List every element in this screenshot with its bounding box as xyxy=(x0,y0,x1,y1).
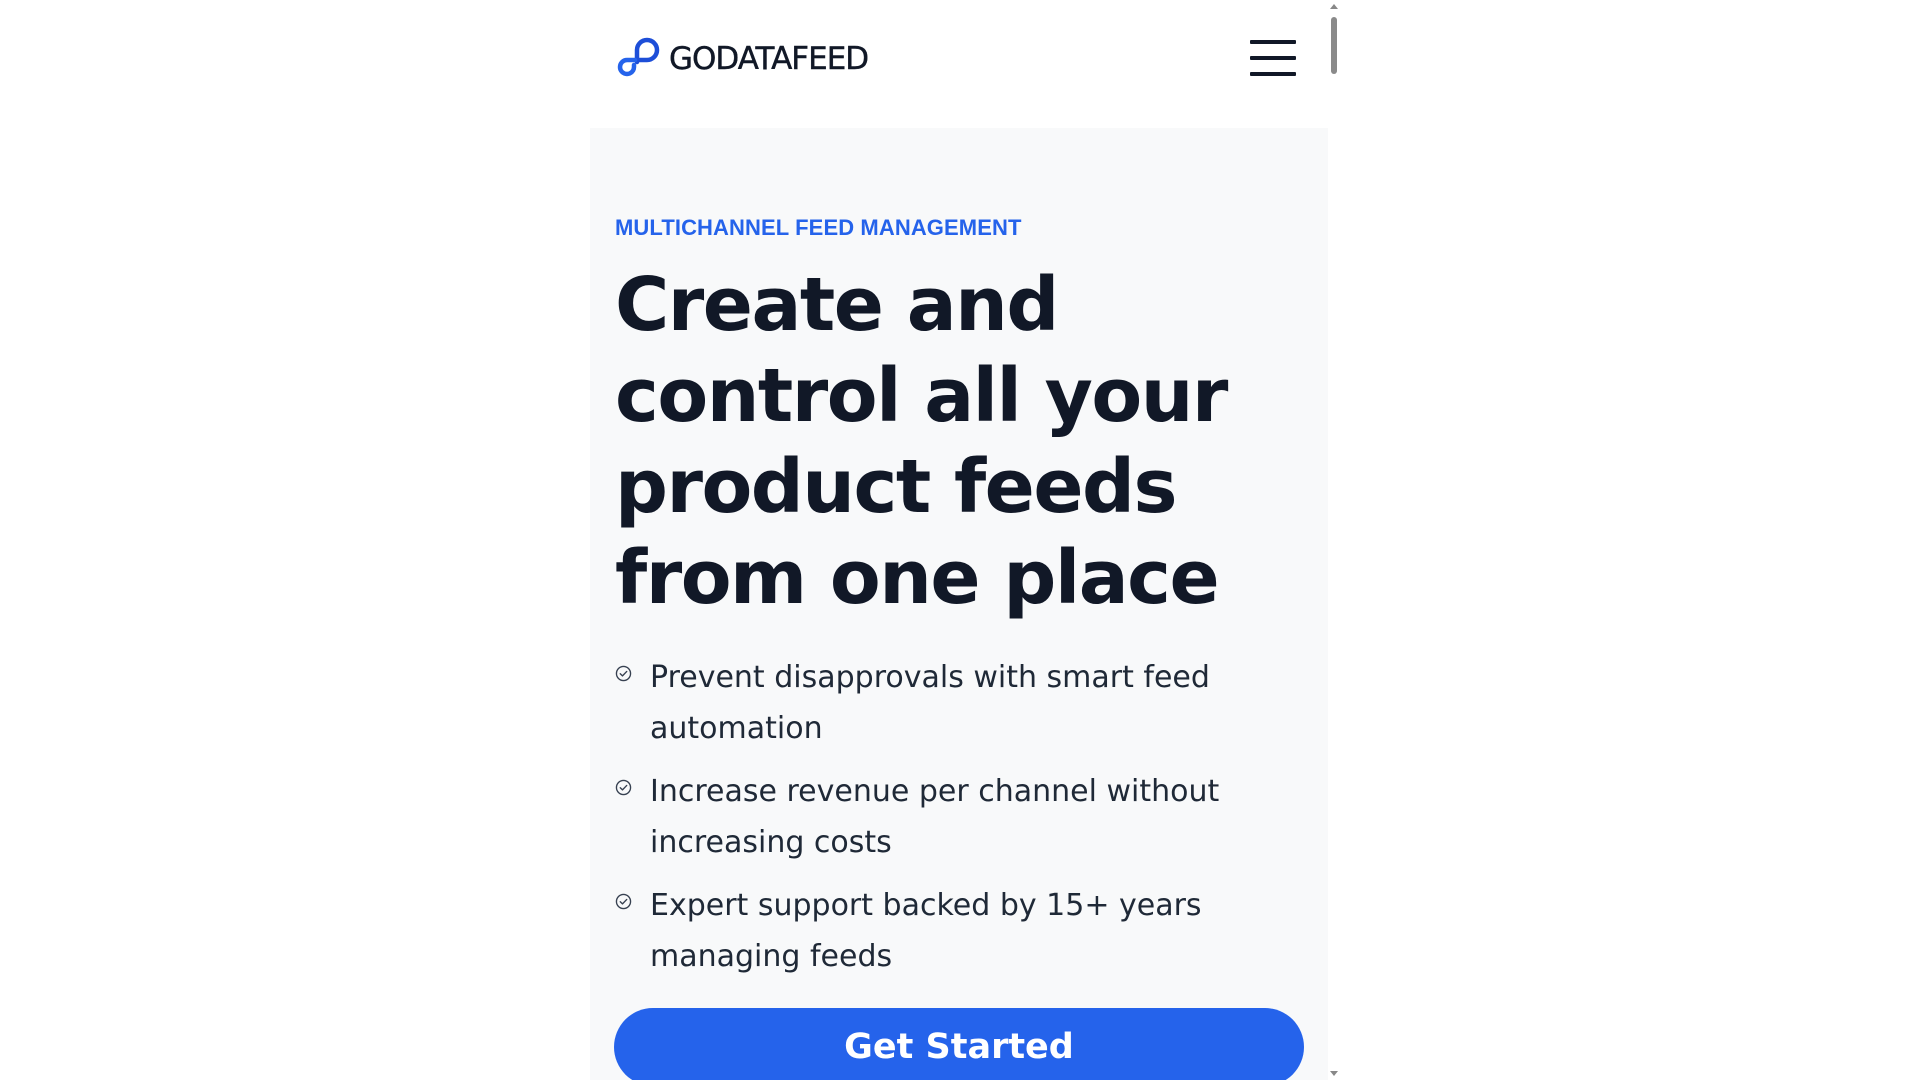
vertical-scrollbar[interactable] xyxy=(1328,0,1340,1080)
hamburger-menu-icon-bar xyxy=(1250,72,1296,76)
browser-viewport: GODATAFEED MULTICHANNEL FEED MANAGEMENT … xyxy=(590,0,1340,1080)
logo-link[interactable]: GODATAFEED xyxy=(615,36,870,82)
hero-eyebrow: MULTICHANNEL FEED MANAGEMENT xyxy=(615,215,1022,240)
benefit-text: Increase revenue per channel without inc… xyxy=(650,774,1220,860)
scrollbar-thumb[interactable] xyxy=(1331,17,1337,74)
logo-text: GODATAFEED xyxy=(669,41,870,77)
site-header: GODATAFEED xyxy=(590,0,1328,128)
hero-headline: Create and control all your product feed… xyxy=(615,262,1228,621)
check-circle-icon xyxy=(615,665,632,682)
check-circle-icon xyxy=(615,893,632,910)
hamburger-menu-icon-bar xyxy=(1250,56,1296,60)
benefit-item: Increase revenue per channel without inc… xyxy=(615,766,1315,868)
hamburger-menu-button[interactable] xyxy=(1250,38,1296,78)
scroll-down-arrow-icon[interactable] xyxy=(1330,1071,1338,1076)
benefit-text: Expert support backed by 15+ years manag… xyxy=(650,888,1202,974)
get-started-button[interactable]: Get Started xyxy=(614,1008,1304,1080)
scroll-up-arrow-icon[interactable] xyxy=(1330,4,1338,9)
infinity-link-icon xyxy=(617,37,660,77)
benefit-list: Prevent disapprovals with smart feed aut… xyxy=(615,652,1315,994)
hero-section: MULTICHANNEL FEED MANAGEMENT Create and … xyxy=(590,128,1328,1080)
hamburger-menu-icon xyxy=(1250,40,1296,44)
benefit-item: Expert support backed by 15+ years manag… xyxy=(615,880,1315,982)
benefit-item: Prevent disapprovals with smart feed aut… xyxy=(615,652,1315,754)
check-circle-icon xyxy=(615,779,632,796)
benefit-text: Prevent disapprovals with smart feed aut… xyxy=(650,660,1210,746)
